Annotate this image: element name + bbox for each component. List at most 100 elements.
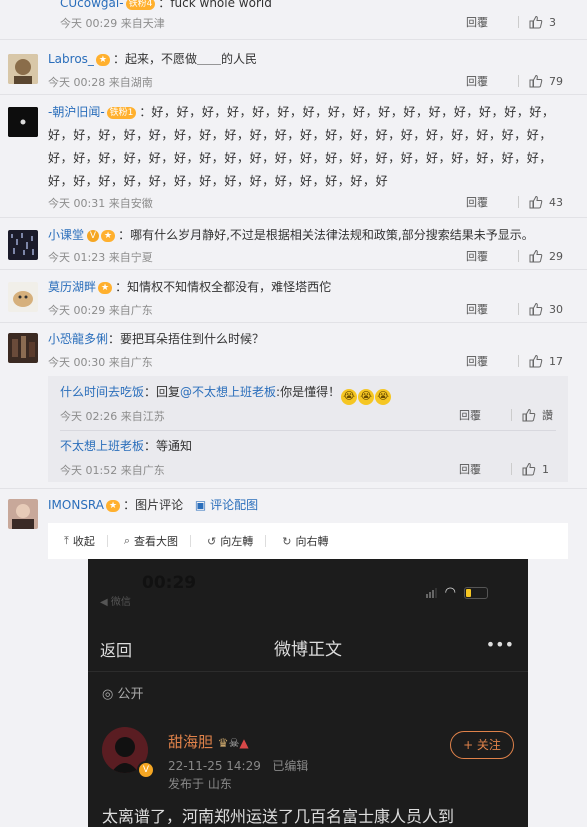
phone-status-time: 00:29 (142, 573, 197, 593)
image-icon: ▣ (194, 498, 207, 512)
view-large-button[interactable]: ⌕ 查看大图 (124, 533, 178, 549)
comment-item: CUcowgal- 铁粉4 ：fuck whole world 今天 00:29 来… (0, 0, 587, 38)
commenter-name[interactable]: 莫历湖畔 (48, 280, 96, 294)
thumbs-up-icon[interactable] (529, 302, 543, 316)
avatar[interactable] (8, 333, 38, 363)
like-label: 讚 (542, 409, 553, 422)
comment-location: 来自湖南 (108, 76, 153, 89)
like-count: 1 (542, 462, 549, 476)
reply-button[interactable]: 回覆 (466, 301, 518, 317)
sub-reply-text: :你是懂得！ (276, 385, 341, 399)
comment-meta: 今天 00:29 来自天津 (60, 15, 165, 31)
sub-replier-name[interactable]: 什么时间去吃饭 (60, 385, 144, 399)
attached-screenshot-image[interactable]: 00:29 ◀ 微信 ◠ 返回 微博正文 ••• ◎ 公开 V 甜海胆 ♛☠▲ … (88, 559, 528, 827)
like-count: 17 (549, 354, 563, 368)
like-count: 79 (549, 74, 563, 88)
verified-v-icon: V (87, 230, 100, 242)
crying-emoji-icon: 😭 (341, 389, 358, 405)
commenter-name[interactable]: CUcowgal- (60, 0, 124, 10)
like-count: 30 (549, 302, 563, 316)
battery-icon (464, 586, 488, 599)
crying-emoji-icon: 😭 (375, 389, 392, 405)
reply-button[interactable]: 回覆 (466, 353, 518, 369)
fan-badge-icon: ★ (106, 500, 121, 512)
mention-link[interactable]: @不太想上班老板 (180, 385, 276, 399)
commenter-name[interactable]: 小课堂 (48, 228, 84, 242)
commenter-name[interactable]: -朝沪旧闻- (48, 105, 105, 119)
comment-time: 今天 00:29 (48, 304, 106, 317)
avatar[interactable] (8, 499, 38, 529)
avatar[interactable] (8, 230, 38, 260)
reply-button[interactable]: 回覆 (466, 14, 518, 30)
comment-text-line: Labros_ ★ ：起来，不愿做＿＿的人民 (48, 52, 258, 66)
thumbs-up-icon[interactable] (529, 249, 543, 263)
commenter-name[interactable]: IMONSRA (48, 498, 104, 512)
avatar[interactable] (8, 54, 38, 84)
comment-text-line: 莫历湖畔 ★ ：知情权不知情权全都没有，难怪塔西佗 (48, 280, 332, 294)
thumbs-up-icon[interactable] (522, 462, 536, 476)
comment-text: fuck whole world (170, 0, 272, 10)
comment-actions: 回覆 17 (466, 353, 571, 369)
rotate-right-icon: ↻ (282, 534, 292, 548)
author-name[interactable]: 甜海胆 ♛☠▲ (168, 731, 249, 752)
comment-text: 哪有什么岁月静好,不过是根据相关法律法规和政策,部分搜索结果未予显示。 (130, 228, 534, 242)
reply-button[interactable]: 回覆 (459, 407, 511, 423)
reply-button[interactable]: 回覆 (466, 248, 518, 264)
commenter-name[interactable]: Labros_ (48, 52, 94, 66)
comment-item: 莫历湖畔 ★ ：知情权不知情权全都没有，难怪塔西佗 今天 00:29 来自广东 回覆… (0, 270, 587, 322)
collapse-button[interactable]: ⤒ 收起 (64, 533, 95, 549)
follow-button[interactable]: + 关注 (450, 731, 514, 759)
comment-meta: 今天 01:23 来自宁夏 (48, 249, 153, 265)
like-count: 3 (549, 15, 556, 29)
image-comment-link[interactable]: ▣ 评论配图 (195, 498, 258, 512)
comment-location: 来自宁夏 (108, 251, 153, 264)
thumbs-up-icon[interactable] (522, 408, 536, 422)
commenter-name[interactable]: 小恐龍多俐 (48, 332, 108, 346)
phone-carrier: ◀ 微信 (100, 597, 131, 608)
comment-time: 今天 00:28 (48, 76, 106, 89)
comment-text: 知情权不知情权全都没有，难怪塔西佗 (127, 280, 332, 294)
comment-actions: 回覆 79 (466, 73, 571, 89)
comment-item: 小恐龍多俐：要把耳朵捂住到什么时候？ 今天 00:30 来自广东 回覆 17 什… (0, 323, 587, 488)
comment-meta: 今天 00:29 来自广东 (48, 302, 153, 318)
visibility-label: ◎ 公开 (102, 687, 144, 702)
fan-badge-icon: ★ (98, 282, 113, 294)
fan-badge: 铁粉1 (106, 107, 137, 119)
sub-reply-meta: 今天 02:26 来自江苏 (60, 410, 165, 423)
globe-icon: ◎ (102, 687, 114, 702)
reply-button[interactable]: 回覆 (466, 73, 518, 89)
comment-location: 来自天津 (120, 17, 165, 30)
skull-badge-icon: ☠ (228, 736, 240, 750)
posted-from: 发布于 山东 (168, 777, 232, 791)
more-icon[interactable]: ••• (486, 635, 514, 654)
comment-text: 起来，不愿做＿＿的人民 (125, 52, 258, 66)
wifi-icon: ◠ (444, 585, 456, 600)
rotate-right-button[interactable]: ↻ 向右轉 (282, 533, 328, 549)
comment-item: 小课堂 V ★ ：哪有什么岁月静好,不过是根据相关法律法规和政策,部分搜索结果未予显示… (0, 218, 587, 268)
thumbs-up-icon[interactable] (529, 15, 543, 29)
comment-actions: 回覆 29 (466, 248, 571, 264)
sub-reply-meta: 今天 01:52 来自广东 (60, 464, 165, 477)
comment-meta: 今天 00:30 来自广东 (48, 354, 153, 370)
reply-button[interactable]: 回覆 (466, 194, 518, 210)
crying-emoji-icon: 😭 (358, 389, 375, 405)
avatar[interactable] (8, 107, 38, 137)
rotate-left-button[interactable]: ↺ 向左轉 (207, 533, 253, 549)
fan-badge-icon: ★ (95, 54, 110, 66)
thumbs-up-icon[interactable] (529, 74, 543, 88)
comment-item: -朝沪旧闻- 铁粉1 ：好，好，好，好，好，好，好，好，好，好，好，好，好，好，好，… (0, 95, 587, 217)
comment-location: 来自广东 (108, 304, 153, 317)
post-body-text: 太离谱了，河南郑州运送了几百名富士康人员人到 (102, 807, 455, 826)
reply-button[interactable]: 回覆 (459, 461, 511, 477)
picture-toolbar: ⤒ 收起 ⌕ 查看大图 ↺ 向左轉 ↻ 向右轉 (48, 523, 568, 559)
thumbs-up-icon[interactable] (529, 195, 543, 209)
avatar[interactable] (8, 282, 38, 312)
comment-text: ：图片评论 (123, 498, 184, 512)
sub-replier-name[interactable]: 不太想上班老板 (60, 439, 144, 453)
comment-location: 来自广东 (108, 356, 153, 369)
like-count: 43 (549, 195, 563, 209)
thumbs-up-icon[interactable] (529, 354, 543, 368)
crown-badge-icon: ♛ (217, 736, 229, 750)
comment-time: 今天 00:31 (48, 197, 106, 210)
comment-meta: 今天 00:28 来自湖南 (48, 74, 153, 90)
